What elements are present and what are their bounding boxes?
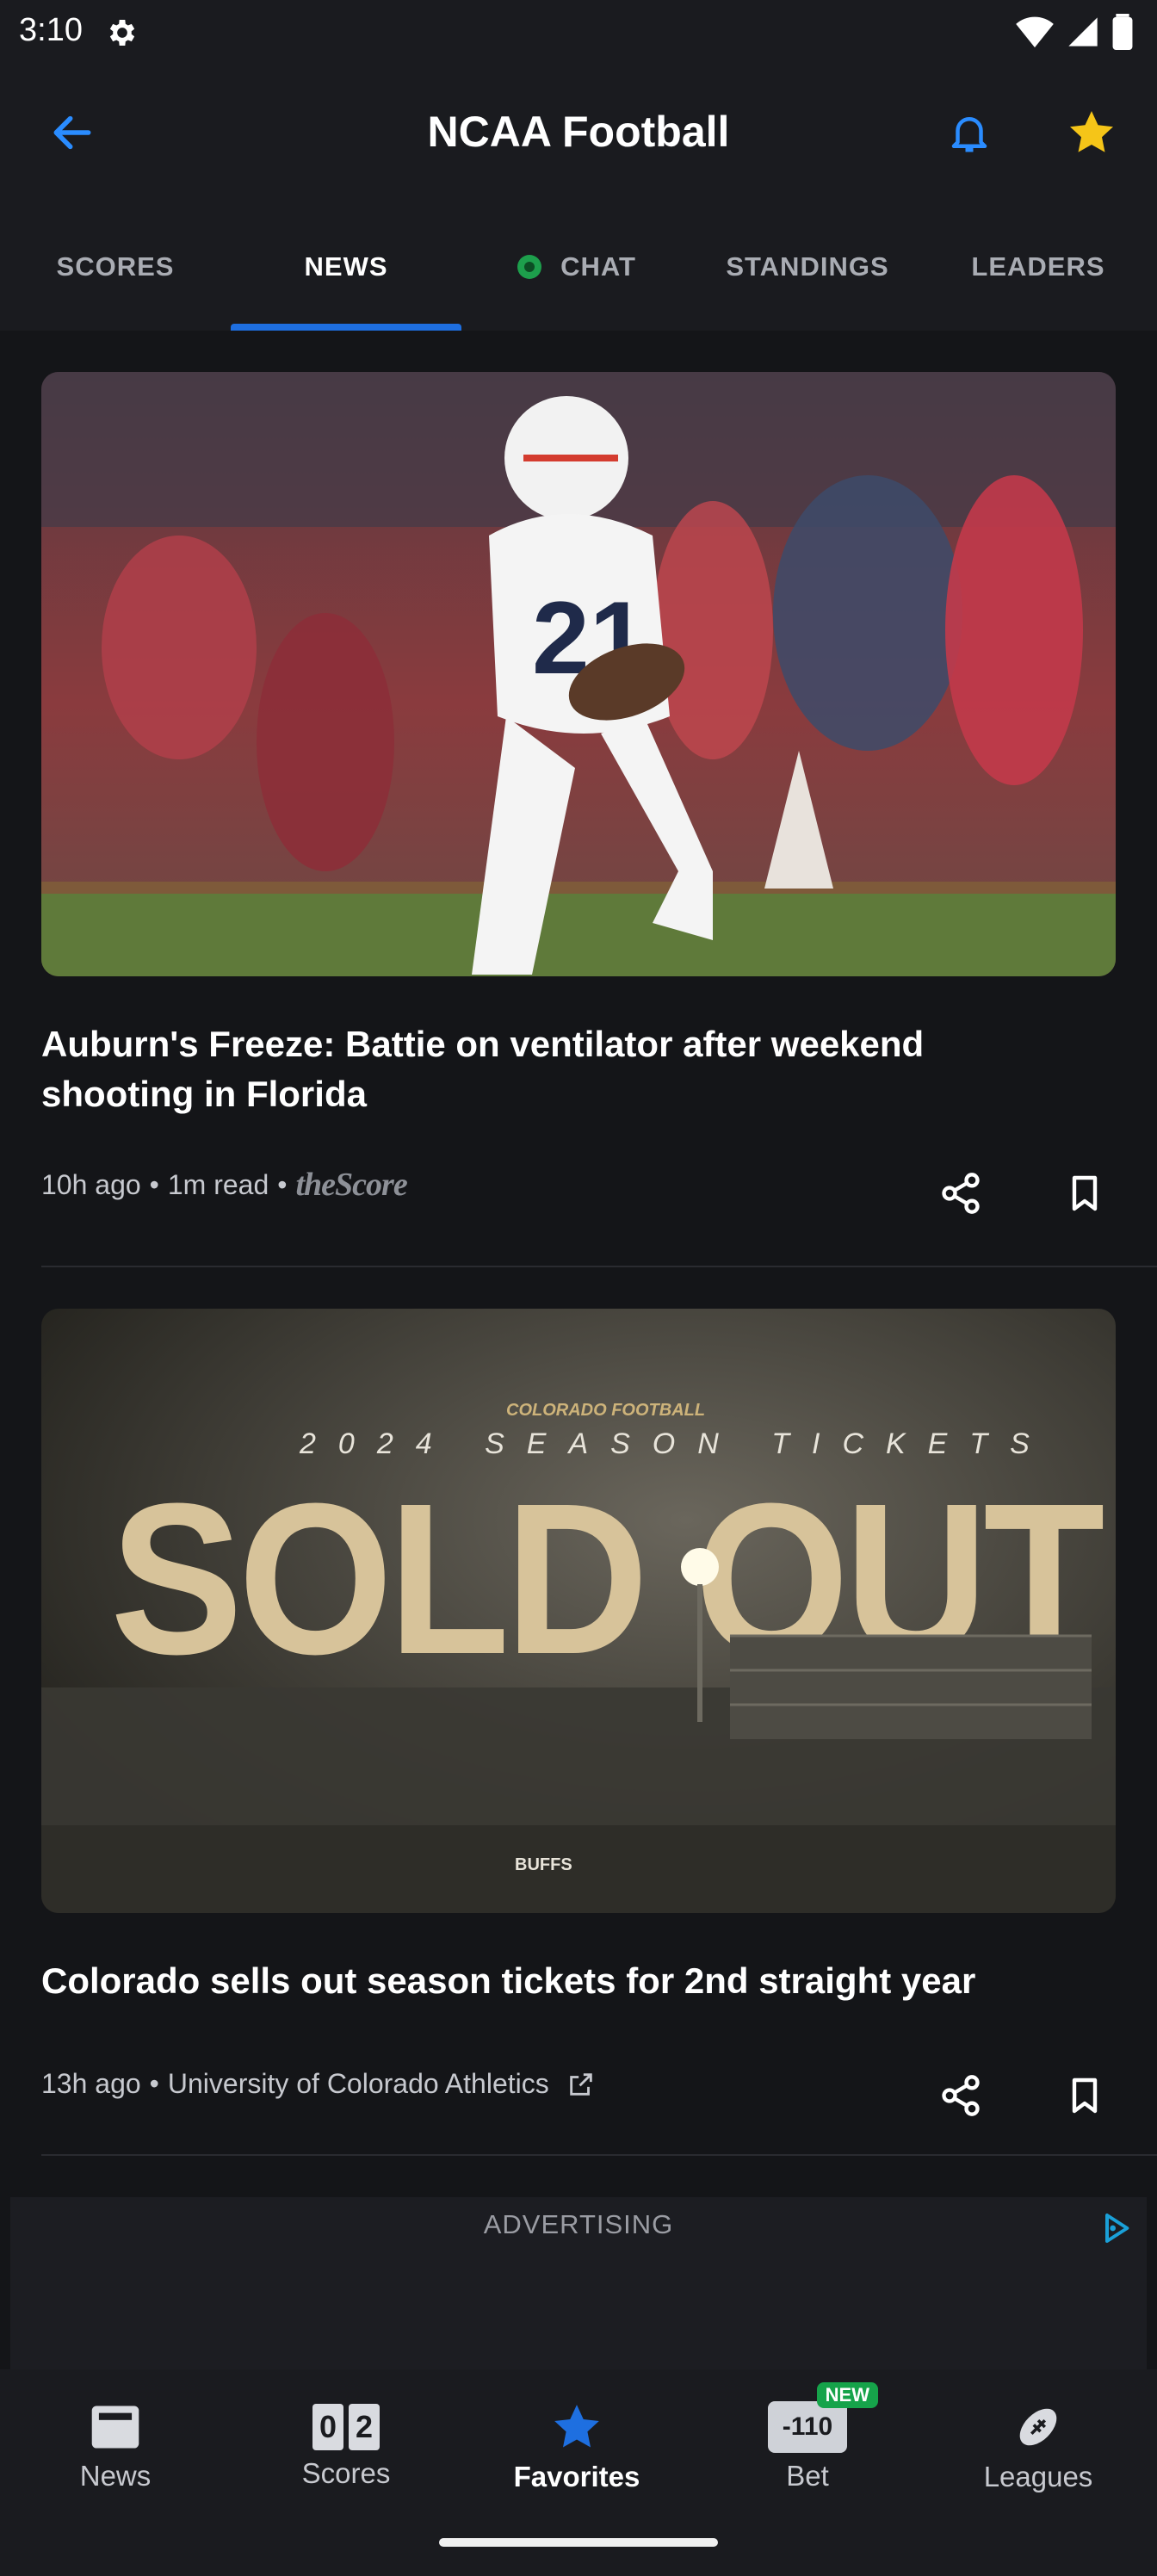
score-digit: 2 (349, 2404, 380, 2450)
nav-scores[interactable]: 02 Scores (231, 2369, 461, 2524)
tab-scores[interactable]: SCORES (0, 203, 231, 331)
article-meta: 13h ago • University of Colorado Athleti… (41, 2068, 596, 2100)
bet-odds: -110 (782, 2412, 833, 2441)
status-icons (1016, 14, 1133, 50)
bookmark-button[interactable] (1050, 2061, 1119, 2130)
meta-separator: • (149, 2068, 159, 2099)
football-photo-image: 21 (41, 372, 1116, 976)
nav-label: News (79, 2460, 152, 2492)
favorite-button[interactable] (1061, 102, 1123, 164)
battery-icon (1112, 14, 1133, 50)
share-button[interactable] (926, 1159, 995, 1228)
app-bar: NCAA Football (0, 65, 1157, 203)
divider (41, 2154, 1157, 2156)
nav-favorites[interactable]: Favorites (461, 2369, 692, 2524)
nav-label: Leagues (983, 2461, 1093, 2492)
article-image: 21 (41, 372, 1116, 976)
score-digit: 0 (312, 2404, 343, 2450)
nav-label: Bet (786, 2460, 829, 2492)
tab-label: SCORES (56, 251, 175, 282)
bell-icon (951, 117, 987, 152)
bookmark-icon (1072, 2078, 1098, 2114)
share-icon (942, 2075, 980, 2116)
tab-label: NEWS (304, 251, 388, 282)
adchoices-icon[interactable] (1098, 2211, 1133, 2245)
tab-label: LEADERS (971, 251, 1105, 282)
tab-label: CHAT (560, 251, 636, 282)
football-icon (1019, 2408, 1057, 2446)
tab-standings[interactable]: STANDINGS (692, 203, 923, 331)
tab-news[interactable]: NEWS (231, 203, 461, 331)
tab-chat[interactable]: CHAT (461, 203, 692, 331)
article-source: University of Colorado Athletics (167, 2068, 549, 2099)
scores-icon: 02 (310, 2404, 382, 2450)
nav-leagues[interactable]: Leagues (923, 2369, 1154, 2524)
ad-label: ADVERTISING (483, 2209, 674, 2239)
nav-label: Scores (301, 2457, 391, 2489)
advertising-slot[interactable]: ADVERTISING (10, 2197, 1147, 2369)
nav-label: Favorites (513, 2461, 640, 2492)
image-brand-text: COLORADO FOOTBALL (506, 1401, 705, 1420)
bookmark-icon (1072, 1175, 1098, 1211)
status-time: 3:10 (19, 12, 83, 48)
article-read-time: 1m read (167, 1168, 269, 1200)
share-icon (942, 1173, 980, 1214)
home-indicator[interactable] (439, 2538, 718, 2547)
star-icon (1070, 111, 1113, 152)
image-subtitle-text: 2024 SEASON TICKETS (299, 1427, 1052, 1460)
star-icon (554, 2405, 599, 2448)
tab-label: STANDINGS (726, 251, 889, 282)
external-link-icon (569, 2072, 592, 2096)
nav-bet[interactable]: -110 NEW Bet (692, 2369, 923, 2524)
meta-separator: • (149, 1168, 159, 1200)
article-time: 10h ago (41, 1168, 141, 1200)
news-icon (91, 2406, 139, 2449)
article-time: 13h ago (41, 2068, 141, 2099)
share-button[interactable] (926, 2061, 995, 2130)
article-headline[interactable]: Auburn's Freeze: Battie on ventilator af… (41, 1019, 1074, 1119)
tab-bar: SCORES NEWS CHAT STANDINGS LEADERS (0, 203, 1157, 331)
bet-icon: -110 NEW (768, 2382, 878, 2453)
source-logo: theScore (295, 1167, 407, 1203)
article-headline[interactable]: Colorado sells out season tickets for 2n… (41, 1956, 1074, 2006)
bookmark-button[interactable] (1050, 1159, 1119, 1228)
divider (41, 1266, 1157, 1267)
notifications-button[interactable] (938, 102, 1000, 164)
sold-out-graphic-image: COLORADO FOOTBALL 2024 SEASON TICKETS SO… (41, 1309, 1116, 1913)
status-bar: 3:10 (0, 0, 1157, 65)
settings-gear-icon (109, 20, 135, 46)
article-meta: 10h ago • 1m read • theScore (41, 1166, 408, 1204)
tab-leaders[interactable]: LEADERS (923, 203, 1154, 331)
new-badge: NEW (816, 2382, 878, 2408)
meta-separator: • (277, 1168, 288, 1200)
nav-news[interactable]: News (0, 2369, 231, 2524)
cell-signal-icon (1068, 17, 1098, 46)
live-dot-icon (517, 255, 542, 279)
article-image: COLORADO FOOTBALL 2024 SEASON TICKETS SO… (41, 1309, 1116, 1913)
wifi-icon (1016, 16, 1054, 48)
active-tab-indicator (231, 324, 461, 331)
image-sponsor-text: BUFFS (515, 1855, 572, 1874)
